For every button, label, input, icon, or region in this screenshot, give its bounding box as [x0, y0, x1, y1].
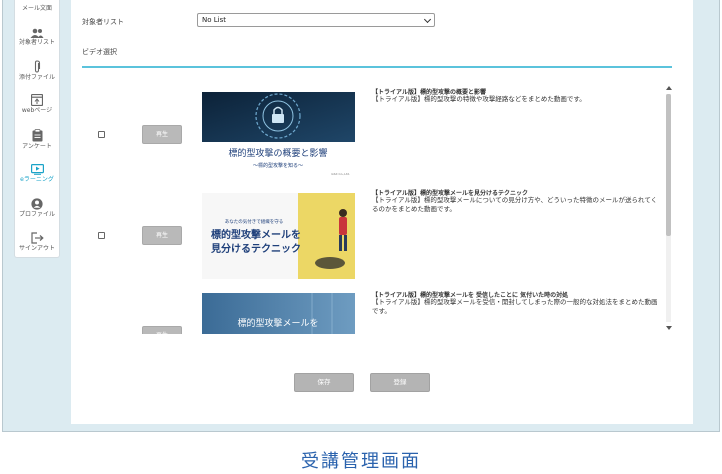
video-row: 再生 標的型攻撃の概要と影響 〜標的型攻撃を知る〜 GSX Co.,Ltd. 【…: [82, 84, 660, 184]
target-list-value: No List: [202, 16, 226, 24]
video-thumbnail: あなたの気付きで組織を守る 標的型攻撃メールを 見分けるテクニック: [202, 193, 355, 279]
target-list-select[interactable]: No List: [197, 13, 435, 27]
video-list-scrollbar[interactable]: [664, 86, 672, 330]
video-thumbnail: 標的型攻撃メールを: [202, 293, 355, 334]
target-list-label: 対象者リスト: [82, 18, 124, 26]
video-row: 再生 あなたの気付きで組織を守る 標的型攻撃メールを 見分けるテクニック 【トラ…: [82, 186, 660, 286]
sidebar-item-profile[interactable]: プロファイル: [15, 198, 59, 219]
video-description: 【トライアル版】標的型攻撃メールについての見分け方や、どういった特徴のメールが送…: [372, 196, 658, 213]
sidebar-item-survey[interactable]: アンケート: [15, 129, 59, 151]
thumb-credit: GSX Co.,Ltd.: [331, 172, 350, 176]
play-button[interactable]: 再生: [142, 326, 182, 334]
thumb-subtitle: 〜標的型攻撃を知る〜: [253, 162, 303, 169]
video-description: 【トライアル版】標的型攻撃メールを受信・開封してしまった際の一般的な対処法をまと…: [372, 298, 658, 315]
users-icon: [30, 28, 44, 38]
sidebar-item-label: メール文面: [21, 5, 52, 12]
video-list: 再生 標的型攻撃の概要と影響 〜標的型攻撃を知る〜 GSX Co.,Ltd. 【…: [82, 84, 674, 334]
sidebar-item-label: プロファイル: [18, 211, 55, 218]
page-caption: 受講管理画面: [301, 451, 421, 472]
thumb-title: 標的型攻撃の概要と影響: [228, 147, 327, 159]
play-button[interactable]: 再生: [142, 226, 182, 245]
sidebar-item-signout[interactable]: サインアウト: [15, 232, 59, 253]
play-button[interactable]: 再生: [142, 125, 182, 144]
profile-icon: [31, 198, 43, 210]
video-thumbnail: 標的型攻撃の概要と影響 〜標的型攻撃を知る〜 GSX Co.,Ltd.: [202, 92, 355, 178]
video-section-label: ビデオ選択: [82, 48, 117, 56]
sidebar-item-attachment[interactable]: 添付ファイル: [15, 60, 59, 82]
video-description: 【トライアル版】標的型攻撃の特徴や攻撃経路などをまとめた動画です。: [372, 95, 586, 103]
video-row: 再生 標的型攻撃メールを 【トライアル版】標的型攻撃メールを 受信したことに 気…: [82, 288, 660, 334]
video-play-icon: [30, 164, 44, 175]
webpage-icon: [31, 94, 43, 106]
sidebar-item-mail[interactable]: メール文面: [15, 5, 59, 13]
sidebar-item-label: 対象者リスト: [18, 39, 55, 46]
sidebar-item-target-list[interactable]: 対象者リスト: [15, 28, 59, 47]
register-button[interactable]: 登録: [370, 373, 430, 392]
sidebar-item-elearning[interactable]: eラーニング: [15, 164, 59, 184]
chevron-down-icon: [423, 15, 432, 24]
scrollbar-thumb[interactable]: [666, 94, 671, 236]
sidebar-item-label: サインアウト: [18, 245, 55, 252]
thumb-title-line2: 見分けるテクニック: [210, 242, 301, 255]
scroll-down-icon[interactable]: [666, 326, 672, 330]
sidebar-item-webpage[interactable]: webページ: [15, 94, 59, 115]
sign-out-icon: [30, 232, 44, 244]
paperclip-icon: [34, 60, 41, 73]
save-button[interactable]: 保存: [294, 373, 354, 392]
clipboard-icon: [32, 129, 42, 142]
scroll-up-icon[interactable]: [666, 86, 672, 90]
sidebar-item-label: 添付ファイル: [18, 74, 55, 81]
thumb-title: 標的型攻撃メールを: [237, 317, 318, 329]
video-select-checkbox[interactable]: [98, 131, 105, 138]
sidebar: メール文面 対象者リスト 添付ファイル webページ アンケート eラーニング …: [14, 0, 60, 258]
section-divider: [82, 66, 672, 68]
video-select-checkbox[interactable]: [98, 232, 105, 239]
thumb-small-title: あなたの気付きで組織を守る: [225, 218, 284, 225]
sidebar-item-label: アンケート: [22, 143, 52, 150]
sidebar-item-label: webページ: [21, 107, 53, 114]
sidebar-item-label: eラーニング: [20, 176, 54, 183]
thumb-title-line1: 標的型攻撃メールを: [211, 228, 301, 241]
